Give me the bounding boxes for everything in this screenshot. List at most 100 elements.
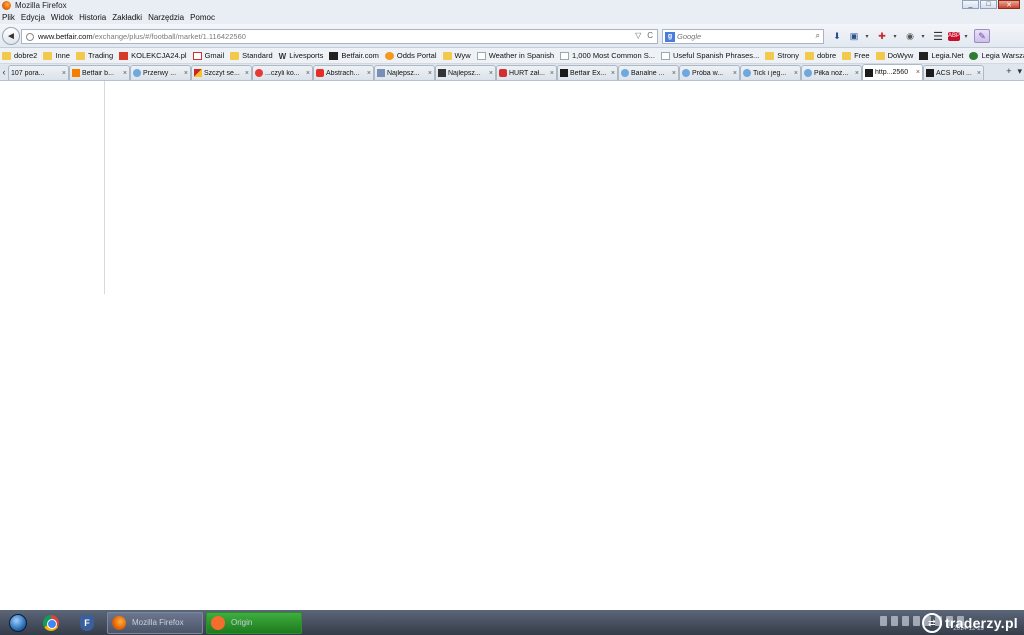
bookmark-item[interactable]: dobre2 <box>2 51 37 60</box>
tab-close-icon[interactable]: × <box>672 70 676 77</box>
tab-close-icon[interactable]: × <box>367 70 371 77</box>
list-all-tabs-button[interactable]: ▾ <box>1017 66 1022 77</box>
tab[interactable]: Próba w... × <box>679 65 740 80</box>
tab-close-icon[interactable]: × <box>855 70 859 77</box>
tab[interactable]: Najlepsz... × <box>374 65 435 80</box>
bookmark-item[interactable]: Trading <box>75 51 113 60</box>
save-dropdown-icon[interactable]: ▾ <box>864 29 870 43</box>
tab-close-icon[interactable]: × <box>611 70 615 77</box>
tab-close-icon[interactable]: × <box>245 70 249 77</box>
address-bar[interactable]: www.betfair.com/exchange/plus/#/football… <box>21 29 658 44</box>
tab-close-icon[interactable]: × <box>733 70 737 77</box>
pen-icon[interactable]: ✎ <box>974 29 990 43</box>
adblock-dropdown-icon[interactable]: ▾ <box>963 29 969 43</box>
tray-icon[interactable] <box>902 616 909 626</box>
bookmark-item[interactable]: W Livesports <box>279 51 324 61</box>
tab[interactable]: HURT zał... × <box>496 65 557 80</box>
taskbar-pinned-shield[interactable]: F <box>70 611 104 635</box>
bookmark-item[interactable]: KOLEKCJA24.pl <box>119 51 187 60</box>
menu-view[interactable]: Widok <box>51 13 73 22</box>
origin-icon <box>211 615 225 630</box>
tab-close-icon[interactable]: × <box>489 70 493 77</box>
bookmark-item[interactable]: DoWyw <box>875 51 913 60</box>
menu-history[interactable]: Historia <box>79 13 106 22</box>
bookmark-item[interactable]: 1,000 Most Common S... <box>560 51 655 60</box>
addon-dropdown-icon[interactable]: ▾ <box>892 29 898 43</box>
tab[interactable]: Piłka noż... × <box>801 65 862 80</box>
tab-close-icon[interactable]: × <box>916 69 920 76</box>
tab-close-icon[interactable]: × <box>550 70 554 77</box>
bookmark-item[interactable]: Betfair.com <box>329 51 379 60</box>
tab-scroll-left-button[interactable]: ‹ <box>0 64 8 80</box>
bookmark-item[interactable]: Legia.Net <box>919 51 963 60</box>
bookmark-item[interactable]: Standard <box>230 51 273 60</box>
tab[interactable]: Najlepsz... × <box>435 65 496 80</box>
close-window-button[interactable]: ✕ <box>998 0 1020 9</box>
maximize-button[interactable]: □ <box>980 0 997 9</box>
tab-close-icon[interactable]: × <box>184 70 188 77</box>
shield-icon: F <box>80 614 94 631</box>
tab[interactable]: Betfair b... × <box>69 65 130 80</box>
reload-icon[interactable]: C <box>647 31 653 40</box>
adblock-icon[interactable]: ABP <box>948 31 960 41</box>
start-button[interactable] <box>4 611 32 635</box>
bookmark-item[interactable]: Inne <box>43 51 70 60</box>
bookmark-item[interactable]: Gmail <box>192 51 224 60</box>
url-text[interactable]: www.betfair.com/exchange/plus/#/football… <box>38 32 246 41</box>
save-icon[interactable]: ▣ <box>847 29 861 43</box>
search-bar[interactable]: g ⌕ <box>662 29 824 44</box>
tab[interactable]: Przerwy ... × <box>130 65 191 80</box>
taskbar-pinned-chrome[interactable] <box>34 611 68 635</box>
addon-icon[interactable]: ✚ <box>875 29 889 43</box>
bookmark-item[interactable]: Free <box>842 51 870 60</box>
taskbar-task-origin[interactable]: Origin <box>206 611 302 634</box>
tab[interactable]: Abstrach... × <box>313 65 374 80</box>
bookmark-label: Strony <box>777 51 799 60</box>
tab[interactable]: Banalne ... × <box>618 65 679 80</box>
web-of-trust-icon[interactable]: ◉ <box>903 29 917 43</box>
download-icon[interactable]: ⬇ <box>830 29 844 43</box>
menu-file[interactable]: Plik <box>2 13 15 22</box>
tray-icon[interactable] <box>891 616 898 626</box>
bookmark-item[interactable]: Legia Warszawa <box>969 51 1024 60</box>
wot-dropdown-icon[interactable]: ▾ <box>920 29 926 43</box>
tab-label: http...2560 <box>875 69 909 76</box>
taskbar-task-firefox[interactable]: Mozilla Firefox <box>107 611 203 634</box>
menu-bookmarks[interactable]: Zakładki <box>112 13 142 22</box>
minimize-button[interactable]: _ <box>962 0 979 9</box>
tab-close-icon[interactable]: × <box>306 70 310 77</box>
search-input[interactable] <box>677 32 797 41</box>
bookmark-item[interactable]: Wyw <box>442 51 471 60</box>
tab-close-icon[interactable]: × <box>428 70 432 77</box>
tab[interactable]: ACS Poli ... × <box>923 65 984 80</box>
tab[interactable]: Tick i jeg... × <box>740 65 801 80</box>
menu-edit[interactable]: Edycja <box>21 13 45 22</box>
menu-help[interactable]: Pomoc <box>190 13 215 22</box>
tab-close-icon[interactable]: × <box>794 70 798 77</box>
tab-close-icon[interactable]: × <box>977 70 981 77</box>
menu-icon[interactable]: ☰ <box>931 29 945 43</box>
bookmark-item[interactable]: dobre <box>804 51 836 60</box>
google-engine-icon[interactable]: g <box>665 31 675 42</box>
tab[interactable]: Betfair Ex... × <box>557 65 618 80</box>
tab[interactable]: ...czyli ko... × <box>252 65 313 80</box>
new-tab-button[interactable]: + <box>1006 66 1011 77</box>
tab[interactable]: 107 pora... × <box>8 65 69 80</box>
tab-close-icon[interactable]: × <box>123 70 127 77</box>
tab[interactable]: Szczyt se... × <box>191 65 252 80</box>
bookmark-item[interactable]: Strony <box>765 51 799 60</box>
bookmark-item[interactable]: Useful Spanish Phrases... <box>660 51 759 60</box>
bookmark-item[interactable]: Weather in Spanish <box>476 51 554 60</box>
url-history-dropdown-icon[interactable]: ▽ <box>635 31 641 40</box>
windows-logo-icon <box>9 613 27 632</box>
tray-icon[interactable] <box>913 616 920 626</box>
search-go-icon[interactable]: ⌕ <box>816 31 820 41</box>
site-identity-icon[interactable] <box>26 32 34 41</box>
menu-tools[interactable]: Narzędzia <box>148 13 184 22</box>
bookmark-icon <box>660 51 670 60</box>
bookmark-item[interactable]: Odds Portal <box>384 51 437 60</box>
tray-icon[interactable] <box>880 616 887 626</box>
tab-close-icon[interactable]: × <box>62 70 66 77</box>
back-button[interactable]: ◄ <box>2 27 20 45</box>
tab-active[interactable]: http...2560 × <box>862 64 923 80</box>
